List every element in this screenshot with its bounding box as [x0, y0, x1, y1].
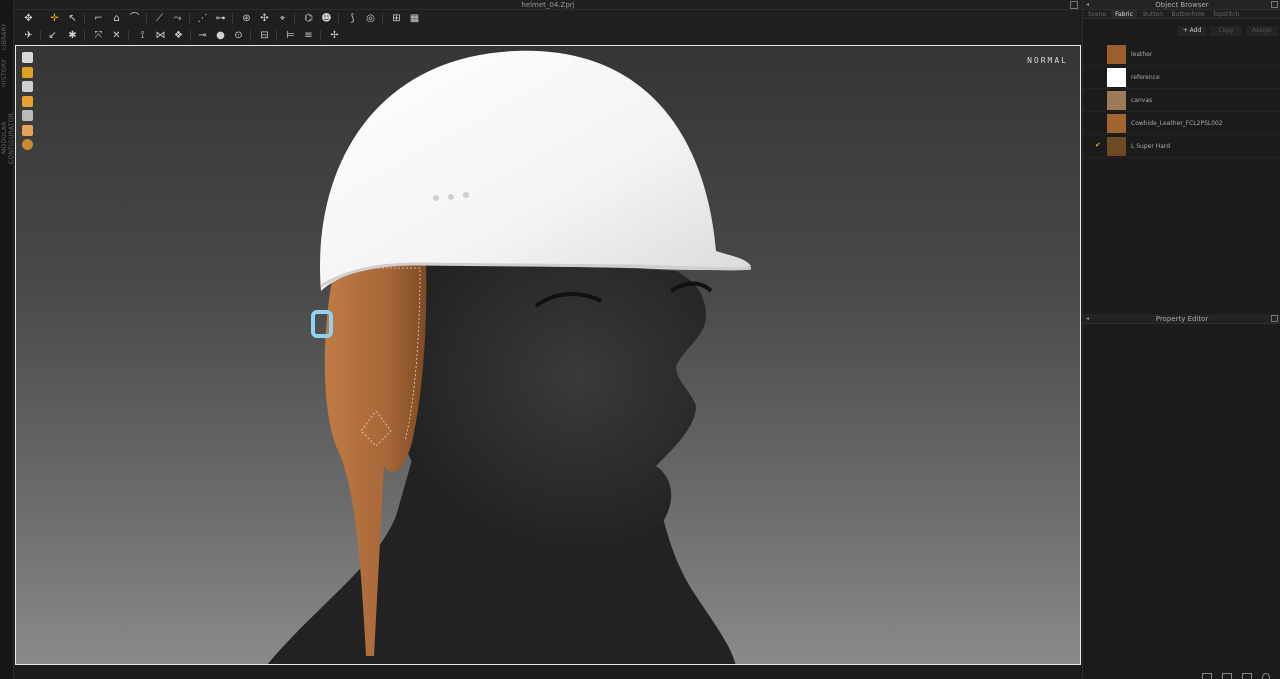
zipper-icon[interactable]: ⟟ [136, 29, 149, 42]
grid-toggle-icon[interactable]: ▦ [408, 12, 421, 25]
viewport-mode-label: NORMAL [1027, 56, 1068, 65]
show-garment-icon[interactable] [22, 52, 33, 63]
file-title: helmet_04.Zprj [521, 1, 575, 9]
edit-pattern-icon[interactable]: ↖ [66, 12, 79, 25]
puckering-icon[interactable]: ◎ [364, 12, 377, 25]
internal-line-icon[interactable]: ⌒ [128, 12, 141, 25]
object-browser-actions: + Add Copy Assign [1083, 24, 1280, 38]
grid-view-icon[interactable]: ⊞ [390, 12, 403, 25]
fabric-name: reference [1131, 74, 1160, 81]
3d-viewport[interactable]: NORMAL [15, 45, 1081, 665]
settings-icon[interactable] [1262, 672, 1270, 679]
tab-topstitch[interactable]: Topstitch [1209, 10, 1243, 19]
scene-render [267, 50, 752, 664]
sphere-display-icon[interactable] [22, 139, 33, 150]
texture-display-icon[interactable] [22, 110, 33, 121]
tab-fabric[interactable]: Fabric [1111, 10, 1137, 19]
transform-graphic-icon[interactable]: ⤧ [92, 29, 105, 42]
fabric-swatch [1107, 114, 1126, 133]
property-editor-header: ◂ Property Editor [1083, 314, 1280, 324]
select-mesh-icon[interactable]: ↙ [46, 29, 59, 42]
button-place-icon[interactable]: ⊸ [196, 29, 209, 42]
edit-texture-icon[interactable]: ✱ [66, 29, 79, 42]
avatar-measure-icon[interactable]: ☻ [320, 12, 333, 25]
assign-button[interactable]: Assign [1246, 26, 1278, 36]
fabric-item-canvas[interactable]: canvas [1083, 89, 1280, 112]
toolbar-bottom: ✈ ↙ ✱ ⤧ ✕ ⟟ ⋈ ❖ ⊸ ● ⊙ ⊟ ⊨ ≡ ✢ [14, 27, 1082, 45]
avatar-silhouette-icon[interactable] [22, 81, 33, 92]
vent-hole [433, 195, 439, 201]
modular-configurator-side-tab[interactable]: MODULAR CONFIGURATOR [1, 98, 15, 178]
fabric-name: canvas [1131, 97, 1153, 104]
fabric-swatch [1107, 45, 1126, 64]
fabric-swatch [1107, 91, 1126, 110]
tab-scene[interactable]: Scene [1085, 10, 1109, 19]
undock-icon[interactable] [1271, 315, 1278, 322]
history-side-tab[interactable]: HISTORY [1, 58, 13, 88]
fabric-swatch [1107, 68, 1126, 87]
object-browser-header: ◂ Object Browser [1083, 0, 1280, 10]
tab-button[interactable]: Button [1139, 10, 1167, 19]
fabric-item-leather[interactable]: leather [1083, 43, 1280, 66]
bottom-view-icons [1197, 666, 1270, 679]
simulation-icon[interactable]: ✈ [22, 29, 35, 42]
fabric-item-super-hard[interactable]: ✔ L Super Hard [1083, 135, 1280, 158]
single-view-icon[interactable] [1201, 672, 1212, 679]
segment-sewing-icon[interactable]: ⟋ [153, 12, 166, 25]
piping-icon[interactable]: ⋈ [154, 29, 167, 42]
seam-taping-icon[interactable]: ❖ [172, 29, 185, 42]
arrangement-point-icon[interactable]: ⋰ [196, 12, 209, 25]
right-panel: ◂ Object Browser Scene Fabric Button But… [1082, 0, 1280, 679]
select-move-icon[interactable]: ✥ [22, 12, 35, 25]
pattern-view-icon[interactable] [1241, 672, 1252, 679]
library-side-tab[interactable]: LIBRARY [1, 18, 13, 56]
fabric-name: L Super Hard [1131, 143, 1171, 150]
fabric-item-cowhide[interactable]: Cowhide_Leather_FCL2PSL002 [1083, 112, 1280, 135]
toolbar-top: ✥ ✛ ↖ ⌐ ⌂ ⌒ ⟋ ⤳ ⋰ ⊶ ⊛ ✣ ⌖ ⌬ ☻ ⟆ ◎ ⊞ ▦ [14, 10, 1082, 27]
left-side-strip: LIBRARY HISTORY MODULAR CONFIGURATOR [0, 0, 15, 679]
split-view-icon[interactable] [1221, 672, 1232, 679]
button-tool-icon[interactable]: ⊛ [240, 12, 253, 25]
viewport-side-tools [21, 52, 35, 154]
fabric-swatch [1107, 137, 1126, 156]
vent-hole [448, 194, 454, 200]
add-button[interactable]: + Add [1178, 26, 1206, 36]
helmet-dome [320, 50, 751, 292]
fabric-name: Cowhide_Leather_FCL2PSL002 [1131, 120, 1223, 127]
maximize-icon[interactable] [1070, 1, 1078, 9]
tack-icon[interactable]: ⌬ [302, 12, 315, 25]
rectangle-icon[interactable]: ⌂ [110, 12, 123, 25]
arrangement-bar-icon[interactable]: ⊶ [214, 12, 227, 25]
polygon-icon[interactable]: ⌐ [92, 12, 105, 25]
select-button-icon[interactable]: ● [214, 29, 227, 42]
undock-icon[interactable] [1271, 1, 1278, 8]
free-sewing-icon[interactable]: ⤳ [171, 12, 184, 25]
align-center-icon[interactable]: ≡ [302, 29, 315, 42]
fabric-name: leather [1131, 51, 1153, 58]
gizmo-icon[interactable]: ✢ [328, 29, 341, 42]
pin-icon[interactable]: ⌖ [276, 12, 289, 25]
check-icon: ✔ [1095, 141, 1101, 149]
skin-display-icon[interactable] [22, 124, 33, 136]
object-browser-title: Object Browser [1155, 1, 1209, 9]
buttonhole-icon[interactable]: ⊙ [232, 29, 245, 42]
copy-button[interactable]: Copy [1210, 26, 1242, 36]
edit-graphic-icon[interactable]: ✕ [110, 29, 123, 42]
fabric-item-reference[interactable]: reference [1083, 66, 1280, 89]
title-bar: helmet_04.Zprj [14, 0, 1082, 10]
fabric-list: leather reference canvas Cowhide_Leather… [1083, 43, 1280, 158]
object-browser-tabs: Scene Fabric Button Buttonhole Topstitch [1083, 10, 1280, 19]
tab-buttonhole[interactable]: Buttonhole [1169, 10, 1207, 19]
measure-icon[interactable]: ⊟ [258, 29, 271, 42]
fabric-display-icon[interactable] [22, 95, 33, 107]
property-editor-title: Property Editor [1155, 315, 1209, 323]
fold-icon[interactable]: ✣ [258, 12, 271, 25]
topstitch-icon[interactable]: ⟆ [346, 12, 359, 25]
show-avatar-icon[interactable] [22, 66, 33, 78]
transform-pattern-icon[interactable]: ✛ [48, 12, 61, 25]
vent-hole [463, 192, 469, 198]
align-left-icon[interactable]: ⊨ [284, 29, 297, 42]
app-window: LIBRARY HISTORY MODULAR CONFIGURATOR hel… [0, 0, 1280, 679]
